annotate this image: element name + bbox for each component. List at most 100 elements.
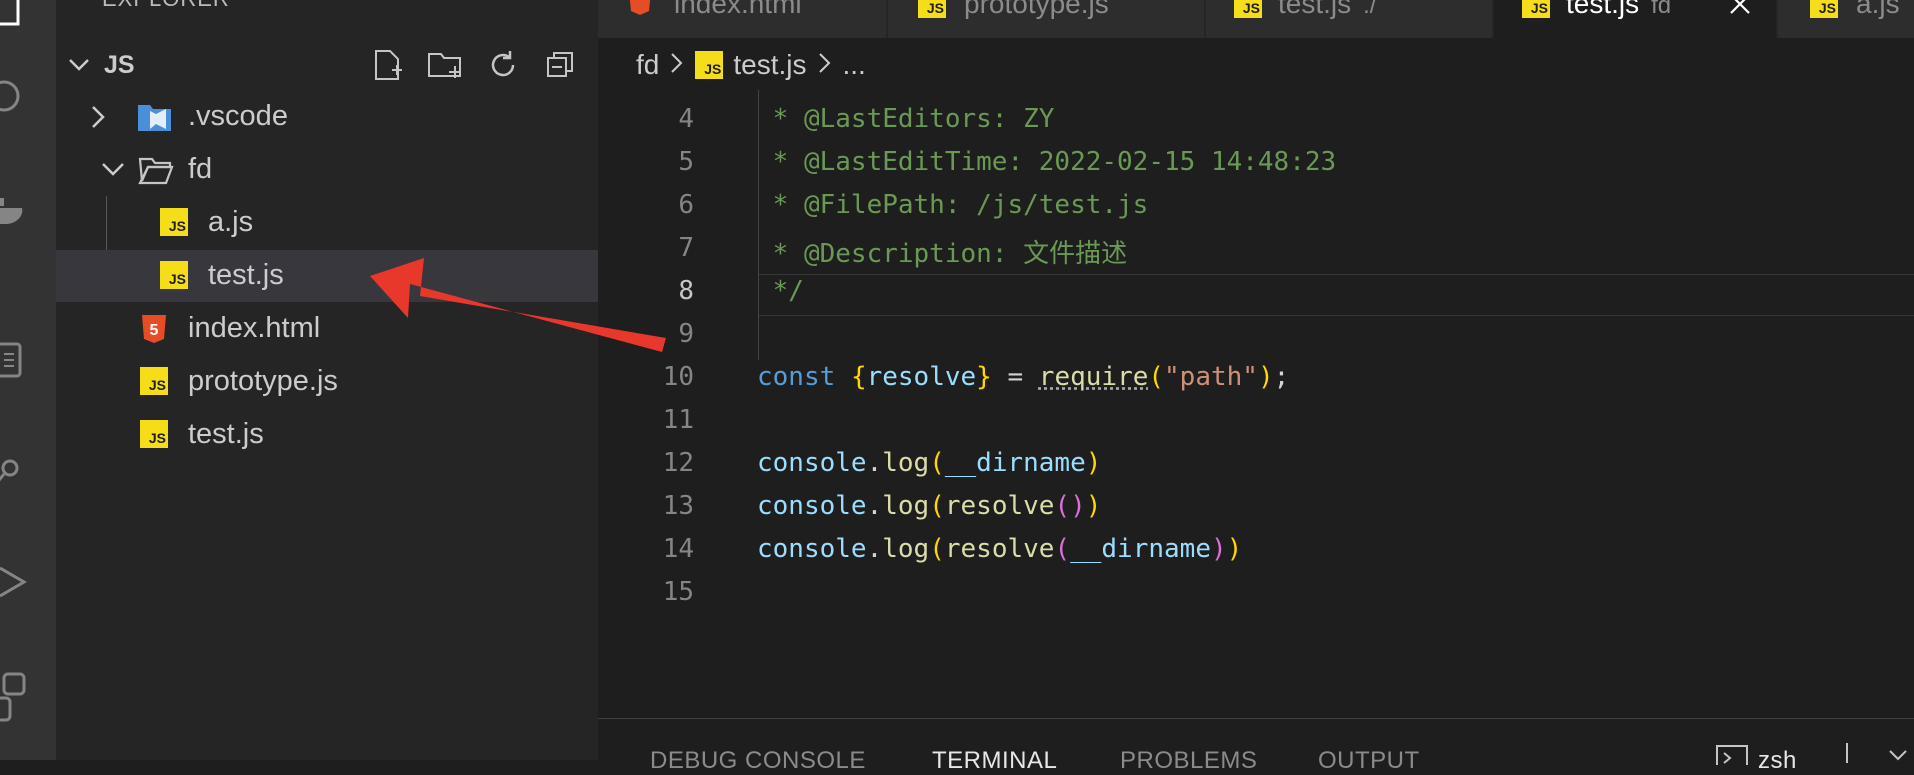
chevron-down-icon[interactable] — [1888, 749, 1908, 768]
js-file-icon: JS — [1810, 0, 1838, 18]
line-number: 5 — [598, 147, 694, 177]
tree-item-index-html[interactable]: 5 index.html — [56, 303, 598, 355]
line-number: 13 — [598, 491, 694, 521]
code-line-14: console.log(resolve(__dirname)) — [757, 534, 1242, 564]
tree-item-label: test.js — [188, 418, 264, 451]
chevron-down-icon — [66, 52, 92, 83]
breadcrumb-symbol[interactable]: ... — [843, 49, 866, 81]
object-token: console — [757, 491, 867, 521]
line-number: 11 — [598, 405, 694, 435]
tab-label: test.js — [1278, 0, 1351, 19]
breadcrumb-file[interactable]: test.js — [733, 49, 806, 81]
breadcrumb: fd JS test.js ... — [598, 40, 1914, 90]
tab-problems[interactable]: PROBLEMS — [1120, 747, 1257, 775]
tree-item-label: fd — [188, 153, 212, 186]
code-line-12: console.log(__dirname) — [757, 448, 1101, 478]
folder-open-icon — [138, 155, 168, 185]
function-token: require — [1039, 362, 1149, 392]
explorer-sidebar: EXPLORER JS .vscode — [56, 0, 598, 760]
search-icon[interactable] — [0, 66, 56, 126]
tree-item-label: test.js — [208, 259, 284, 292]
tree-item-fd-test-js[interactable]: JS test.js — [56, 250, 598, 302]
html5-file-icon — [628, 0, 652, 21]
svg-text:5: 5 — [150, 322, 159, 339]
line-number: 6 — [598, 190, 694, 220]
terminal-icon[interactable] — [1716, 745, 1748, 770]
line-number: 12 — [598, 448, 694, 478]
js-file-icon: JS — [918, 0, 946, 18]
code-editor[interactable]: 4 5 6 7 8 9 10 11 12 13 14 15 * @LastEdi… — [598, 90, 1914, 718]
code-line-4: * @LastEditors: ZY — [757, 104, 1054, 134]
explorer-actions — [368, 46, 580, 84]
html5-file-icon: 5 — [140, 314, 170, 344]
notes-icon[interactable] — [0, 330, 56, 390]
tree-item-label: a.js — [208, 206, 253, 239]
code-line-13: console.log(resolve()) — [757, 491, 1101, 521]
refresh-icon[interactable] — [484, 46, 522, 84]
line-number: 10 — [598, 362, 694, 392]
chevron-down-icon — [100, 158, 126, 187]
code-line-8: */ — [757, 276, 804, 306]
function-token: log — [882, 534, 929, 564]
tree-item-label: .vscode — [188, 100, 288, 133]
line-number: 7 — [598, 233, 694, 263]
bottom-panel: DEBUG CONSOLE TERMINAL PROBLEMS OUTPUT z… — [598, 718, 1914, 761]
tree-item-test-js[interactable]: JS test.js — [56, 409, 598, 461]
line-number: 15 — [598, 577, 694, 607]
tab-description: ./ — [1363, 0, 1376, 19]
breadcrumb-folder[interactable]: fd — [636, 49, 659, 81]
docker-icon[interactable] — [0, 180, 56, 240]
tab-test-js-fd[interactable]: JS test.js fd — [1494, 0, 1777, 38]
collapse-all-icon[interactable] — [542, 46, 580, 84]
js-file-icon: JS — [1234, 0, 1262, 18]
tab-label: prototype.js — [964, 0, 1109, 20]
tab-test-js-root[interactable]: JS test.js ./ — [1206, 0, 1493, 38]
vscode-folder-icon — [138, 102, 168, 132]
tab-terminal[interactable]: TERMINAL — [932, 747, 1057, 775]
chevron-right-icon — [86, 105, 110, 134]
function-token: log — [882, 491, 929, 521]
new-file-icon[interactable] — [368, 46, 406, 84]
tab-label: a.js — [1856, 0, 1900, 20]
tab-index-html[interactable]: index.html — [598, 0, 887, 38]
object-token: console — [757, 448, 867, 478]
tab-prototype-js[interactable]: JS prototype.js — [888, 0, 1205, 38]
tree-item-vscode-folder[interactable]: .vscode — [56, 91, 598, 143]
new-folder-icon[interactable] — [426, 46, 464, 84]
js-file-icon: JS — [160, 208, 190, 238]
tab-debug-console[interactable]: DEBUG CONSOLE — [650, 747, 866, 775]
function-token: resolve — [945, 534, 1055, 564]
js-file-icon: JS — [140, 367, 170, 397]
tree-item-prototype-js[interactable]: JS prototype.js — [56, 356, 598, 408]
variable-token: __dirname — [945, 448, 1086, 478]
js-file-icon: JS — [140, 420, 170, 450]
function-token: resolve — [945, 491, 1055, 521]
close-icon[interactable] — [1728, 0, 1752, 21]
variable-token: __dirname — [1070, 534, 1211, 564]
tab-description: fd — [1651, 0, 1671, 19]
js-file-icon: JS — [695, 51, 723, 79]
code-line-5: * @LastEditTime: 2022-02-15 14:48:23 — [757, 147, 1336, 177]
explorer-icon[interactable] — [0, 0, 56, 42]
panel-divider — [1846, 743, 1848, 763]
activity-bar — [0, 0, 56, 760]
source-control-icon[interactable] — [0, 440, 56, 500]
code-line-7: * @Description: 文件描述 — [757, 233, 1127, 270]
tab-label: test.js — [1566, 0, 1639, 19]
tab-output[interactable]: OUTPUT — [1318, 747, 1420, 775]
tree-item-a-js[interactable]: JS a.js — [56, 197, 598, 249]
current-line-highlight — [758, 274, 1914, 316]
js-file-icon: JS — [160, 261, 190, 291]
extensions-icon[interactable] — [0, 668, 56, 728]
line-number: 9 — [598, 319, 694, 349]
terminal-shell-label[interactable]: zsh — [1758, 747, 1797, 775]
js-file-icon: JS — [1522, 0, 1550, 18]
line-number: 4 — [598, 104, 694, 134]
workspace-folder-header[interactable]: JS — [56, 44, 598, 84]
run-debug-icon[interactable] — [0, 552, 56, 612]
editor-tab-bar: index.html JS prototype.js JS test.js ./ … — [598, 0, 1914, 38]
tree-item-fd-folder[interactable]: fd — [56, 144, 598, 196]
tab-a-js[interactable]: JS a.js — [1778, 0, 1914, 38]
code-line-10: const {resolve} = require("path"); — [757, 362, 1289, 392]
line-number: 14 — [598, 534, 694, 564]
